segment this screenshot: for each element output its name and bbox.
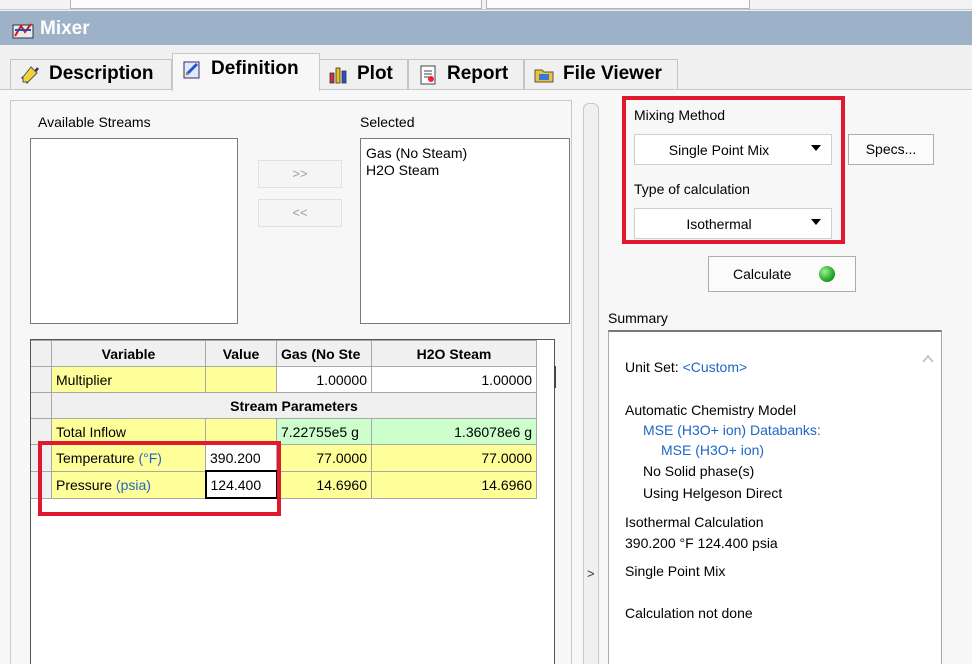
column-header-variable[interactable]: Variable <box>51 340 206 367</box>
pressure-value-input[interactable]: 124.400 <box>204 470 278 499</box>
chevron-right-icon[interactable]: > <box>587 566 595 581</box>
pressure-unit-link[interactable]: (psia) <box>116 477 151 493</box>
calculate-label: Calculate <box>733 266 792 282</box>
window-titlebar: Mixer <box>0 11 972 45</box>
calc-type-dropdown[interactable]: Isothermal <box>634 208 832 239</box>
section-header: Stream Parameters <box>51 392 537 419</box>
gas-cell[interactable]: 77.0000 <box>276 444 372 472</box>
grid-table: Variable Value Gas (No Ste H2O Steam Mul… <box>31 340 537 499</box>
solid-phase-text: No Solid phase(s) <box>643 463 755 479</box>
row-header[interactable] <box>31 444 52 472</box>
unit-set-label: Unit Set: <box>625 359 679 375</box>
grid-scrollbar[interactable] <box>554 366 556 388</box>
value-cell[interactable] <box>205 366 277 393</box>
definition-edit-icon <box>183 61 200 79</box>
variable-label: Pressure (psia) <box>51 470 206 499</box>
grid-corner[interactable] <box>31 340 52 367</box>
available-streams-list[interactable] <box>30 138 238 324</box>
tab-label: Plot <box>357 63 393 84</box>
column-header-value[interactable]: Value <box>205 340 277 367</box>
bar-chart-icon <box>329 67 347 84</box>
chem-model-text: Automatic Chemistry Model <box>625 402 797 418</box>
chevron-down-icon <box>811 145 821 151</box>
calc-status-text: Calculation not done <box>625 605 753 621</box>
selected-streams-label: Selected <box>360 114 415 130</box>
temperature-label: Temperature <box>56 449 135 466</box>
list-item[interactable]: H2O Steam <box>361 162 569 179</box>
table-row: Temperature (°F) 390.200 77.0000 77.0000 <box>31 444 537 472</box>
calculate-button[interactable]: Calculate <box>708 256 856 292</box>
mixing-method-label: Mixing Method <box>634 107 726 123</box>
file-viewer-icon <box>534 69 554 83</box>
unit-set-line: Unit Set: <Custom> <box>625 359 747 375</box>
temperature-unit-link[interactable]: (°F) <box>138 450 161 466</box>
tab-description[interactable]: Description <box>10 59 172 89</box>
column-header-gas[interactable]: Gas (No Ste <box>276 340 372 367</box>
row-header[interactable] <box>31 366 52 393</box>
row-header[interactable] <box>31 392 52 419</box>
window-title: Mixer <box>40 18 90 39</box>
row-header[interactable] <box>31 418 52 445</box>
mixing-method-dropdown[interactable]: Single Point Mix <box>634 134 832 165</box>
gas-cell[interactable]: 7.22755e5 g <box>276 418 372 445</box>
tab-report[interactable]: Report <box>408 59 524 89</box>
row-header[interactable] <box>31 470 52 499</box>
panel-splitter[interactable]: > <box>583 103 599 664</box>
calc-title-text: Isothermal Calculation <box>625 514 764 530</box>
chevron-down-icon <box>811 219 821 225</box>
tab-label: Description <box>49 63 154 84</box>
column-header-steam[interactable]: H2O Steam <box>371 340 537 367</box>
variable-label: Total Inflow <box>51 418 206 445</box>
table-row: Stream Parameters <box>31 392 537 419</box>
mixer-app-icon <box>12 23 34 39</box>
status-light-icon <box>819 266 835 282</box>
tab-label: Report <box>447 63 509 84</box>
unit-set-link[interactable]: <Custom> <box>683 359 748 375</box>
specs-button[interactable]: Specs... <box>848 134 934 165</box>
gas-cell[interactable]: 14.6960 <box>276 470 372 499</box>
steam-cell[interactable]: 1.36078e6 g <box>371 418 537 445</box>
value-cell[interactable] <box>205 418 277 445</box>
steam-cell[interactable]: 77.0000 <box>371 444 537 472</box>
steam-cell[interactable]: 14.6960 <box>371 470 537 499</box>
summary-panel: Unit Set: <Custom> Automatic Chemistry M… <box>608 330 942 664</box>
available-streams-label: Available Streams <box>38 114 151 130</box>
tab-label: Definition <box>211 58 299 79</box>
dropdown-value: Isothermal <box>686 216 752 232</box>
variable-label: Multiplier <box>51 366 206 393</box>
tab-label: File Viewer <box>563 63 662 84</box>
databank-link[interactable]: MSE (H3O+ ion) Databanks: <box>643 422 821 438</box>
gas-cell[interactable]: 1.00000 <box>276 366 372 393</box>
tab-definition[interactable]: Definition <box>172 53 320 91</box>
toolbar-strip <box>0 0 972 10</box>
dropdown-value: Single Point Mix <box>668 142 770 158</box>
steam-cell[interactable]: 1.00000 <box>371 366 537 393</box>
tab-plot[interactable]: Plot <box>318 59 408 89</box>
add-stream-button[interactable]: >> <box>258 160 342 188</box>
calc-conditions-text: 390.200 °F 124.400 psia <box>625 535 778 551</box>
remove-stream-button[interactable]: << <box>258 199 342 227</box>
tab-file-viewer[interactable]: File Viewer <box>524 59 678 89</box>
pencil-check-icon <box>21 66 39 84</box>
toolbar-segment <box>486 0 750 9</box>
table-row: Total Inflow 7.22755e5 g 1.36078e6 g <box>31 418 537 445</box>
helgeson-text: Using Helgeson Direct <box>643 485 783 501</box>
tab-bar: Description Definition Plot Report File … <box>0 45 972 91</box>
summary-label: Summary <box>608 310 668 326</box>
list-item[interactable]: Gas (No Steam) <box>361 145 569 162</box>
calc-type-label: Type of calculation <box>634 181 750 197</box>
temperature-value-input[interactable]: 390.200 <box>205 444 277 472</box>
pressure-label: Pressure <box>56 476 113 493</box>
toolbar-segment <box>70 0 482 9</box>
selected-streams-list[interactable]: Gas (No Steam) H2O Steam <box>360 138 570 324</box>
variable-label: Temperature (°F) <box>51 444 206 472</box>
table-row: Pressure (psia) 124.400 14.6960 14.6960 <box>31 470 537 499</box>
report-icon <box>420 65 436 85</box>
databank-link[interactable]: MSE (H3O+ ion) <box>661 442 764 458</box>
chevron-up-icon[interactable] <box>921 352 935 366</box>
mix-type-text: Single Point Mix <box>625 563 726 579</box>
table-row: Multiplier 1.00000 1.00000 <box>31 366 537 393</box>
variable-grid: Variable Value Gas (No Ste H2O Steam Mul… <box>30 339 556 664</box>
